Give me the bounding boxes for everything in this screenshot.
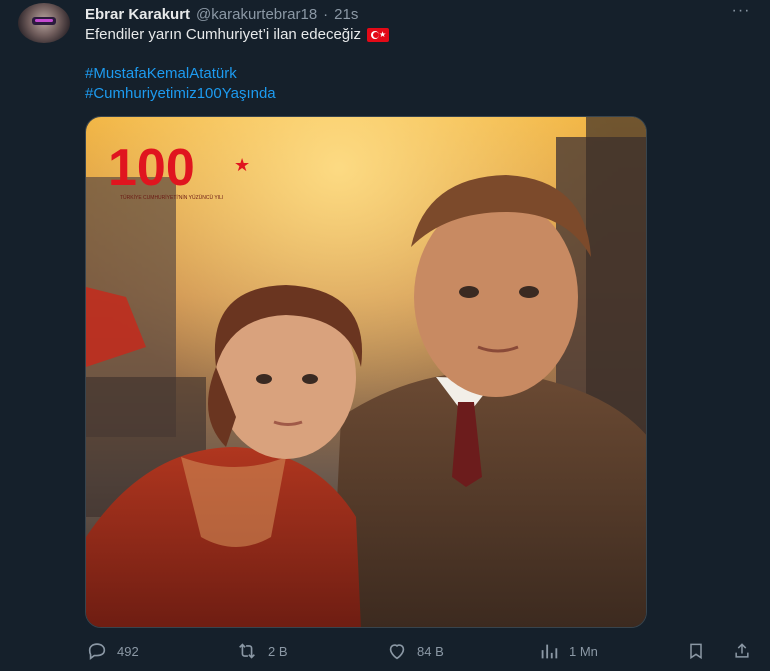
reply-icon	[88, 643, 106, 660]
timestamp[interactable]: 21s	[334, 6, 358, 23]
tweet-actions: 492 2 B 84 B 1 Mn	[0, 638, 770, 664]
bookmark-button[interactable]	[686, 638, 706, 664]
bookmark-icon	[690, 643, 702, 660]
retweet-button[interactable]: 2 B	[235, 638, 288, 664]
avatar[interactable]	[18, 3, 70, 43]
share-button[interactable]	[732, 638, 752, 664]
like-icon	[389, 644, 405, 660]
like-count: 84 B	[417, 643, 444, 659]
retweet-count: 2 B	[268, 643, 288, 659]
logo-100: 100	[108, 139, 195, 197]
share-icon	[735, 643, 749, 658]
user-handle[interactable]: @karakurtebrar18	[196, 6, 317, 23]
logo-subtitle: TÜRKİYE CUMHURİYETİ'NİN YÜZÜNCÜ YILI	[120, 194, 223, 201]
retweet-icon	[239, 643, 255, 659]
turkey-flag-icon: ★	[366, 28, 389, 42]
hashtag-link[interactable]: #MustafaKemalAtatürk	[85, 64, 237, 84]
views-button[interactable]: 1 Mn	[538, 638, 598, 664]
avatar-glasses	[32, 17, 56, 25]
tweet-header: Ebrar Karakurt @karakurtebrar18 · 21s	[85, 4, 358, 24]
svg-text:★: ★	[234, 155, 250, 175]
display-name[interactable]: Ebrar Karakurt	[85, 6, 190, 23]
reply-button[interactable]: 492	[86, 638, 139, 664]
tweet-body: Efendiler yarın Cumhuriyet’i ilan edeceğ…	[85, 26, 361, 43]
header-separator: ·	[323, 5, 329, 23]
hashtag-link[interactable]: #Cumhuriyetimiz100Yaşında	[85, 84, 276, 104]
tweet-text: Efendiler yarın Cumhuriyet’i ilan edeceğ…	[85, 25, 389, 45]
like-button[interactable]: 84 B	[386, 638, 444, 664]
views-icon	[541, 644, 558, 659]
tweet: Ebrar Karakurt @karakurtebrar18 · 21s ··…	[0, 0, 770, 671]
reply-count: 492	[117, 643, 139, 659]
tweet-image[interactable]: 100 ★ TÜRKİYE CUMHURİYETİ'NİN YÜZÜNCÜ YI…	[85, 116, 647, 628]
more-icon[interactable]: ···	[730, 2, 752, 22]
views-count: 1 Mn	[569, 643, 598, 659]
